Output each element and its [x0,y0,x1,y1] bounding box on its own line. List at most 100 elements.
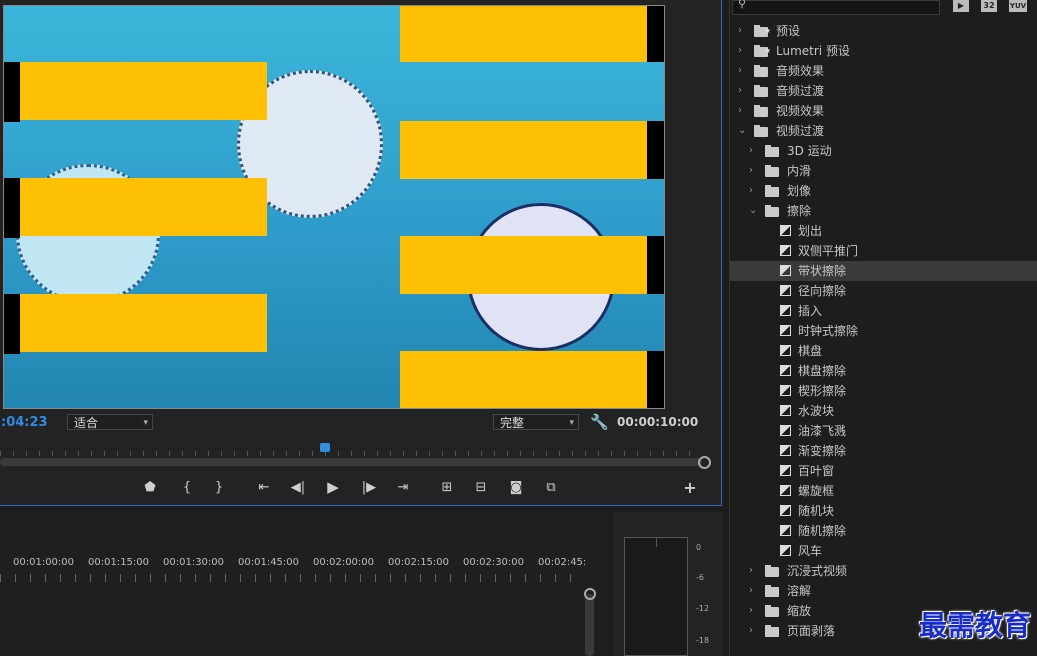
effect-item[interactable]: 带状擦除 [730,261,1037,281]
chevron-right-icon[interactable]: › [749,581,753,601]
item-label: 时钟式擦除 [798,324,859,338]
effect-item[interactable]: 百叶窗 [730,461,1037,481]
chevron-right-icon[interactable]: › [738,41,742,61]
current-timecode[interactable]: :04:23 [1,415,48,430]
search-input[interactable] [732,0,940,15]
folder-icon [765,585,779,597]
folder-item[interactable]: › 沉浸式视频 [730,561,1037,581]
item-label: 插入 [798,304,823,318]
chevron-right-icon[interactable]: › [749,621,753,641]
go-to-in-icon[interactable]: ⇤ [252,477,276,497]
effect-item[interactable]: 时钟式擦除 [730,321,1037,341]
scrub-ruler[interactable] [0,440,700,456]
mark-in-icon[interactable]: { [175,477,199,497]
folder-item[interactable]: › 3D 运动 [730,141,1037,161]
program-monitor: :04:23 适合 ▾ 完整 ▾ 🔧 00:00:10:00 ⬟ { } ⇤ ◀… [0,0,722,506]
folder-icon [765,565,779,577]
chevron-right-icon[interactable]: › [749,181,753,201]
folder-item[interactable]: ⌄ 视频过渡 [730,121,1037,141]
effect-item[interactable]: 划出 [730,221,1037,241]
folder-item[interactable]: › 内滑 [730,161,1037,181]
transition-icon [780,345,791,356]
transition-icon [780,445,791,456]
add-icon[interactable]: + [678,477,702,497]
32bit-badge[interactable]: 32 [981,0,997,12]
effect-item[interactable]: 棋盘擦除 [730,361,1037,381]
extract-icon[interactable]: ⊟ [469,477,493,497]
playhead[interactable] [320,443,330,452]
folder-item[interactable]: ⌄ 擦除 [730,201,1037,221]
lift-icon[interactable]: ⊞ [435,477,459,497]
effect-item[interactable]: 螺旋框 [730,481,1037,501]
effect-item[interactable]: 风车 [730,541,1037,561]
folder-item[interactable]: › 划像 [730,181,1037,201]
folder-icon [754,85,768,97]
yuv-badge[interactable]: YUV [1009,0,1027,12]
ruler-ticks[interactable] [0,574,582,582]
effect-item[interactable]: 水波块 [730,401,1037,421]
effect-item[interactable]: 插入 [730,301,1037,321]
chevron-right-icon[interactable]: › [738,61,742,81]
meter-scale: -6 [696,573,704,582]
folder-icon: ★ [754,25,771,37]
go-to-out-icon[interactable]: ⇥ [391,477,415,497]
item-label: 随机擦除 [798,524,847,538]
item-label: 音频过渡 [776,84,825,98]
folder-item[interactable]: › 音频过渡 [730,81,1037,101]
effect-item[interactable]: 渐变擦除 [730,441,1037,461]
effect-item[interactable]: 双侧平推门 [730,241,1037,261]
quality-dropdown-label: 完整 [500,416,525,430]
item-label: 擦除 [787,204,812,218]
folder-item[interactable]: › ★ 预设 [730,21,1037,41]
folder-icon [754,105,768,117]
play-icon[interactable]: ▶ [321,477,345,497]
vertical-scrollbar[interactable] [585,594,594,656]
marker-icon[interactable]: ⬟ [138,477,162,497]
effect-item[interactable]: 油漆飞溅 [730,421,1037,441]
folder-icon [765,605,779,617]
folder-item[interactable]: › 溶解 [730,581,1037,601]
scrollbar-handle[interactable] [584,588,596,600]
item-label: 划像 [787,184,812,198]
effect-item[interactable]: 随机块 [730,501,1037,521]
fit-dropdown-label: 适合 [74,416,99,430]
camera-icon[interactable]: ◙ [504,477,528,497]
step-back-icon[interactable]: ◀| [286,477,310,497]
zoom-scrollbar[interactable] [0,458,702,466]
effect-item[interactable]: 楔形擦除 [730,381,1037,401]
item-label: 水波块 [798,404,835,418]
watermark: 最需教育 [918,609,1031,642]
chevron-right-icon[interactable]: › [749,601,753,621]
folder-item[interactable]: › 音频效果 [730,61,1037,81]
chevron-right-icon[interactable]: › [749,561,753,581]
ruler-label: 00:02:30:00 [463,557,525,568]
scrollbar-handle[interactable] [698,456,711,469]
transition-icon [780,425,791,436]
folder-item[interactable]: › 视频效果 [730,101,1037,121]
chevron-down-icon[interactable]: ⌄ [738,121,746,141]
folder-icon [765,205,779,217]
chevron-right-icon[interactable]: › [749,161,753,181]
chevron-right-icon[interactable]: › [738,81,742,101]
effect-item[interactable]: 径向擦除 [730,281,1037,301]
item-label: 带状擦除 [798,264,847,278]
mark-out-icon[interactable]: } [207,477,231,497]
meter-scale: -18 [696,636,710,645]
folder-icon [754,125,768,137]
fit-dropdown[interactable]: 适合 ▾ [67,414,153,430]
accelerated-effects-icon[interactable]: ▶ [953,0,969,12]
chevron-right-icon[interactable]: › [738,21,742,41]
chevron-right-icon[interactable]: › [738,101,742,121]
effect-item[interactable]: 棋盘 [730,341,1037,361]
chevron-right-icon[interactable]: › [749,141,753,161]
effect-item[interactable]: 随机擦除 [730,521,1037,541]
chevron-down-icon[interactable]: ⌄ [749,201,757,221]
transition-icon [780,405,791,416]
quality-dropdown[interactable]: 完整 ▾ [493,414,579,430]
ruler-label: 00:01:00:00 [13,557,75,568]
folder-item[interactable]: › ★ Lumetri 预设 [730,41,1037,61]
transition-icon [780,225,791,236]
wrench-icon[interactable]: 🔧 [590,413,609,431]
step-forward-icon[interactable]: |▶ [357,477,381,497]
compare-icon[interactable]: ⧉ [539,477,563,497]
